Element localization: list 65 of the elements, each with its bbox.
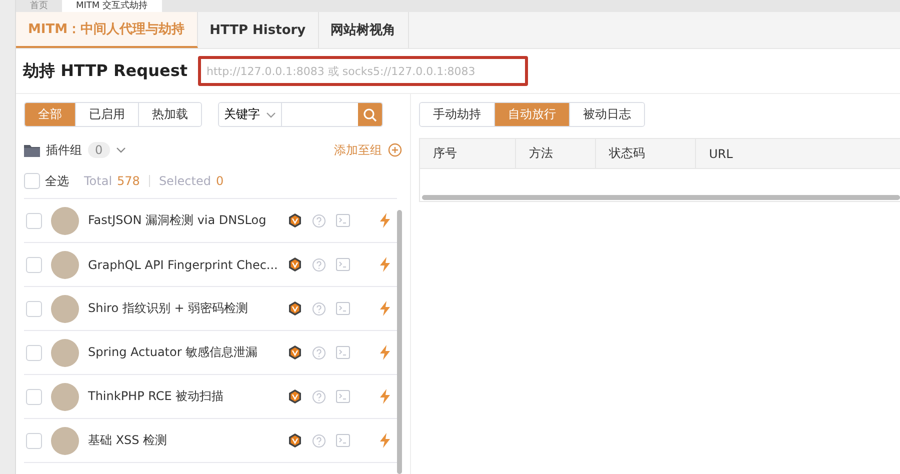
- chevron-down-icon[interactable]: [116, 147, 126, 153]
- select-all-label: 全选: [45, 172, 69, 190]
- checkbox[interactable]: [26, 344, 42, 360]
- avatar: [51, 382, 79, 410]
- lightning-icon[interactable]: [379, 257, 391, 272]
- tab[interactable]: HTTP History: [198, 12, 319, 48]
- plus-circle-icon[interactable]: [388, 143, 402, 157]
- plugin-name[interactable]: FastJSON 漏洞检测 via DNSLog: [88, 212, 278, 229]
- mode-button[interactable]: 手动劫持: [420, 103, 495, 126]
- hexagon-badge-icon: [288, 213, 302, 228]
- total-label: Total: [84, 174, 112, 188]
- avatar: [51, 338, 79, 366]
- proxy-input-field[interactable]: http://127.0.0.1:8083 或 socks5://127.0.0.1:8083: [198, 56, 528, 86]
- terminal-icon[interactable]: [336, 214, 350, 227]
- group-label: 插件组: [46, 142, 82, 158]
- tab[interactable]: 网站树视角: [318, 12, 409, 48]
- help-icon[interactable]: [312, 258, 326, 272]
- lightning-icon[interactable]: [379, 433, 391, 448]
- lightning-icon[interactable]: [379, 301, 391, 316]
- column-header: 方法: [516, 139, 596, 168]
- terminal-icon[interactable]: [336, 434, 350, 447]
- checkbox[interactable]: [26, 300, 42, 316]
- terminal-icon[interactable]: [336, 346, 350, 359]
- plugin-name[interactable]: ThinkPHP RCE 被动扫描: [88, 388, 278, 405]
- lightning-icon[interactable]: [379, 389, 391, 404]
- total-count: 578: [117, 174, 140, 188]
- hexagon-badge-icon: [288, 301, 302, 316]
- checkbox[interactable]: [26, 432, 42, 448]
- hexagon-badge-icon: [288, 389, 302, 404]
- column-header: 状态码: [596, 139, 696, 168]
- help-icon[interactable]: [312, 390, 326, 404]
- checkbox[interactable]: [24, 173, 40, 189]
- plugin-name[interactable]: Shiro 指纹识别 + 弱密码检测: [88, 300, 278, 317]
- group-count: 0: [88, 142, 110, 158]
- hexagon-badge-icon: [288, 257, 302, 272]
- hexagon-badge-icon: [288, 345, 302, 360]
- scrollbar[interactable]: [397, 210, 402, 474]
- folder-icon: [24, 144, 40, 156]
- column-header: 序号: [420, 139, 516, 168]
- help-icon[interactable]: [312, 302, 326, 316]
- page-title: 劫持 HTTP Request: [23, 60, 188, 82]
- hexagon-badge-icon: [288, 433, 302, 448]
- avatar: [51, 250, 79, 278]
- column-header: URL: [708, 146, 734, 162]
- lightning-icon[interactable]: [379, 345, 391, 360]
- checkbox[interactable]: [26, 388, 42, 404]
- help-icon[interactable]: [312, 214, 326, 228]
- plugin-name[interactable]: GraphQL API Fingerprint Chec...: [88, 258, 278, 272]
- terminal-icon[interactable]: [336, 390, 350, 403]
- window-tab[interactable]: MITM 交互式劫持: [62, 0, 162, 12]
- scrollbar[interactable]: [422, 195, 900, 200]
- help-icon[interactable]: [312, 434, 326, 448]
- plugin-name[interactable]: 基础 XSS 检测: [88, 432, 278, 449]
- terminal-icon[interactable]: [336, 258, 350, 271]
- avatar: [51, 206, 79, 234]
- help-icon[interactable]: [312, 346, 326, 360]
- checkbox[interactable]: [26, 212, 42, 228]
- checkbox[interactable]: [26, 256, 42, 272]
- selected-count: 0: [216, 174, 224, 188]
- avatar: [51, 426, 79, 454]
- selected-label: Selected: [158, 174, 211, 188]
- plugin-name[interactable]: Spring Actuator 敏感信息泄漏: [88, 344, 278, 361]
- lightning-icon[interactable]: [379, 213, 391, 228]
- terminal-icon[interactable]: [336, 302, 350, 315]
- avatar: [51, 294, 79, 322]
